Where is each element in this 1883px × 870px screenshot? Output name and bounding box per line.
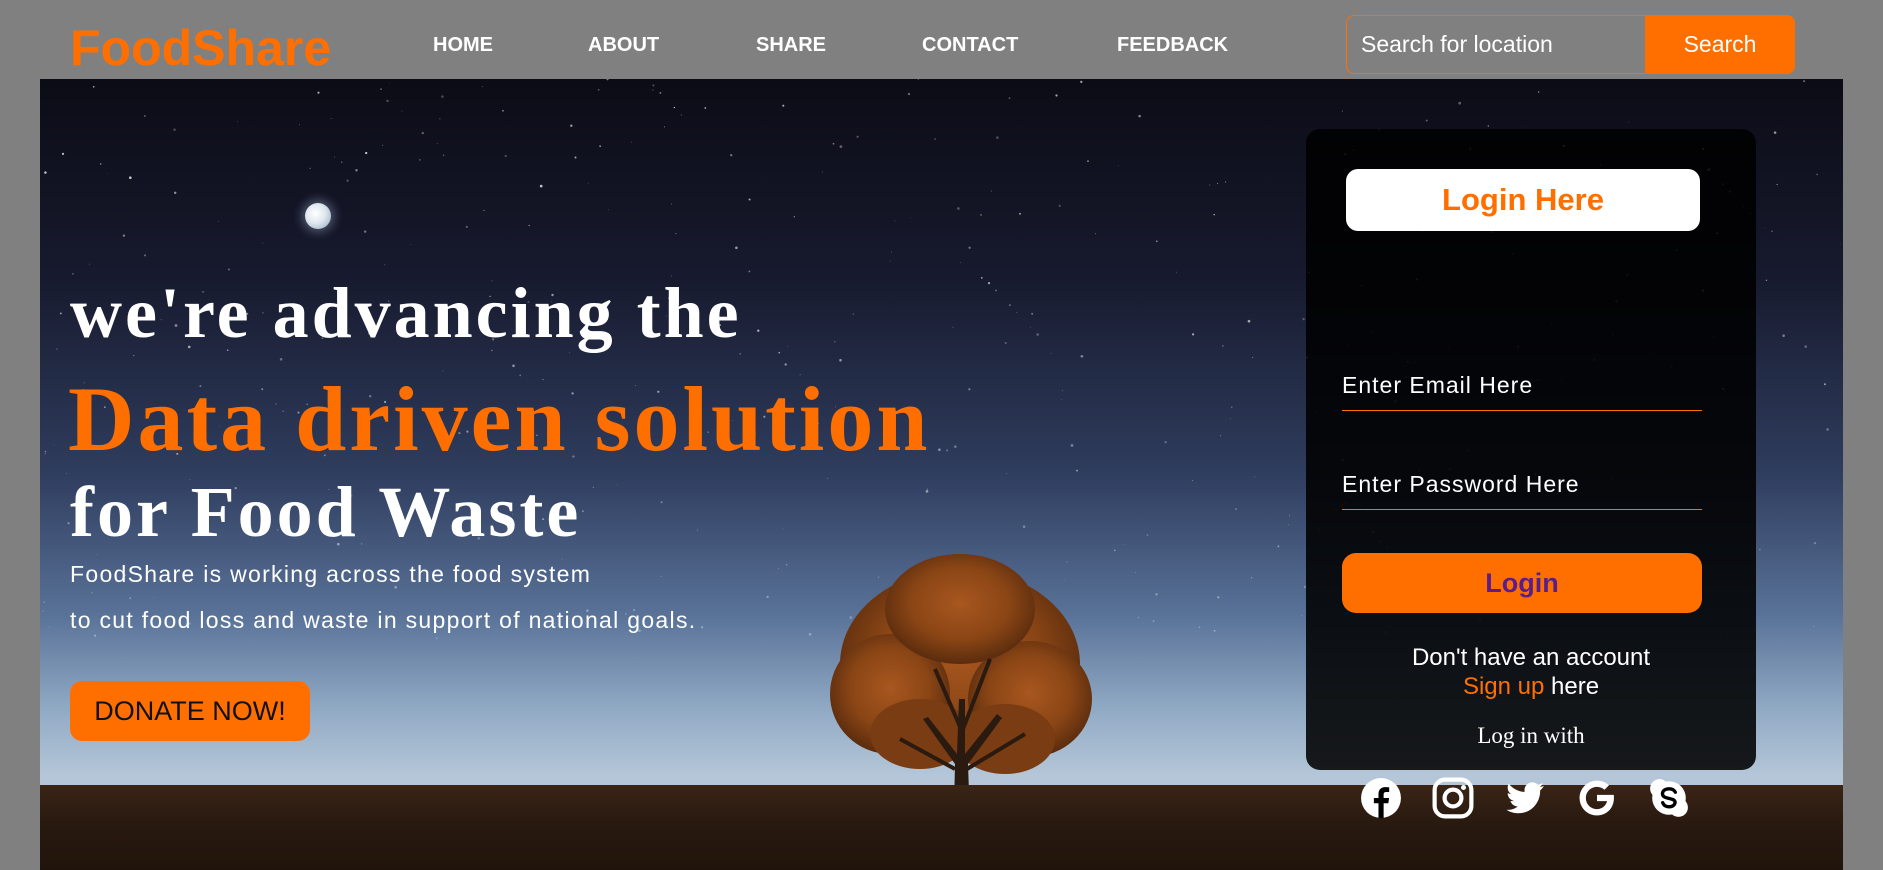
- twitter-icon[interactable]: [1504, 777, 1546, 819]
- hillside-ground: [40, 785, 1843, 870]
- google-icon[interactable]: [1576, 777, 1618, 819]
- donate-button[interactable]: DONATE NOW!: [70, 681, 310, 741]
- top-header: FoodShare HOME ABOUT SHARE CONTACT FEEDB…: [0, 0, 1883, 79]
- search-bar: Search: [1346, 15, 1795, 74]
- skype-icon[interactable]: [1648, 777, 1690, 819]
- brand-logo[interactable]: FoodShare: [70, 18, 331, 78]
- nav-about[interactable]: ABOUT: [588, 34, 659, 57]
- signup-suffix: here: [1544, 673, 1600, 700]
- nav-contact[interactable]: CONTACT: [922, 34, 1018, 57]
- search-button[interactable]: Search: [1645, 15, 1795, 74]
- email-field[interactable]: [1342, 361, 1702, 411]
- hero-description-line2: to cut food loss and waste in support of…: [70, 607, 697, 633]
- location-search-input[interactable]: [1346, 15, 1646, 74]
- instagram-icon[interactable]: [1432, 777, 1474, 819]
- login-with-label: Log in with: [1477, 723, 1585, 748]
- hero-description-line1: FoodShare is working across the food sys…: [70, 561, 592, 587]
- hero-headline-line3: for Food Waste: [70, 472, 582, 552]
- nav-share[interactable]: SHARE: [756, 34, 826, 57]
- hero-headline-line1: we're advancing the: [70, 273, 742, 353]
- no-account-text: Don't have an account: [1411, 644, 1651, 671]
- signup-line: Sign up here: [1306, 672, 1756, 702]
- signup-link[interactable]: Sign up: [1463, 673, 1544, 700]
- nav-home[interactable]: HOME: [433, 34, 493, 57]
- hero-headline-highlight: Data driven solution: [68, 368, 931, 470]
- facebook-icon[interactable]: [1360, 777, 1402, 819]
- moon-image: [305, 203, 331, 229]
- nav-feedback[interactable]: FEEDBACK: [1117, 34, 1228, 57]
- login-title: Login Here: [1346, 169, 1700, 231]
- password-field[interactable]: [1342, 460, 1702, 510]
- login-button[interactable]: Login: [1342, 553, 1702, 613]
- login-panel: Login Here Login Don't have an account S…: [1306, 129, 1756, 819]
